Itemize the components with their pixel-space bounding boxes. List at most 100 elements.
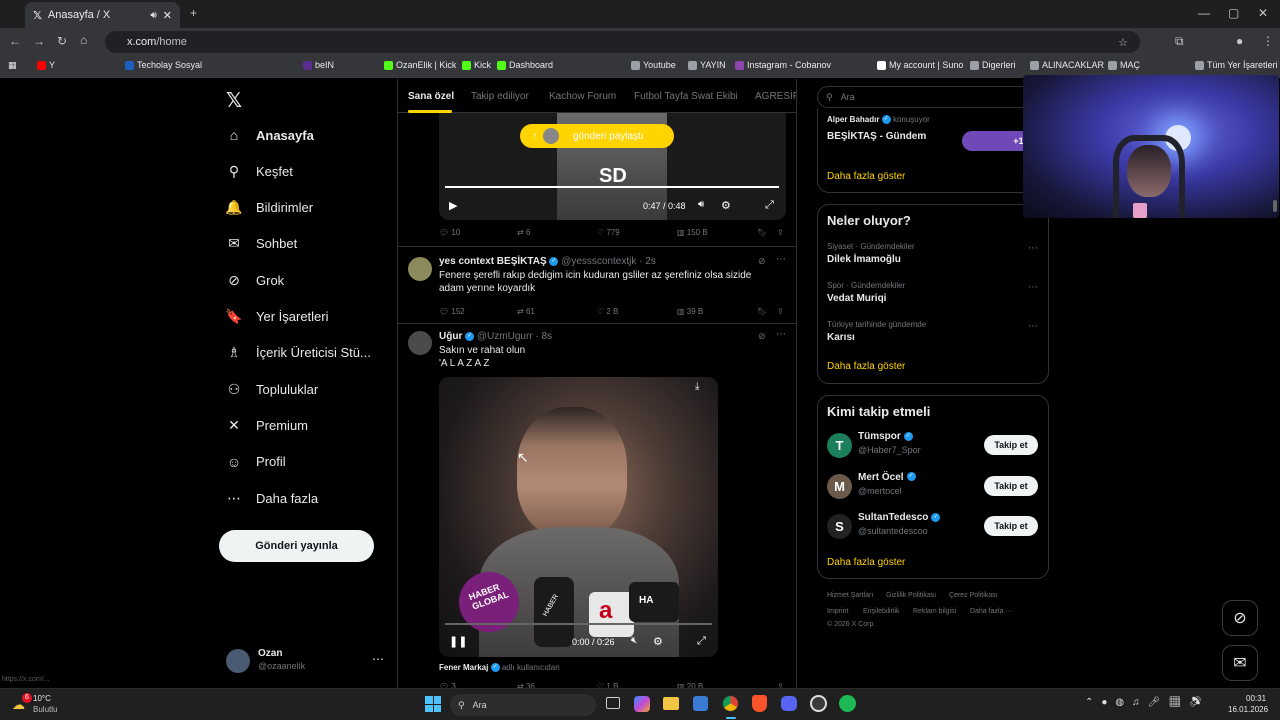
nav-item[interactable]: 🔔 Bildirimler bbox=[225, 199, 313, 216]
speaker-icon[interactable]: 🔊︎ bbox=[150, 10, 156, 21]
more-icon[interactable]: ⋯ bbox=[1028, 282, 1038, 293]
video-progress[interactable] bbox=[445, 623, 712, 625]
browser-tab[interactable]: 𝕏 Anasayfa / X 🔊︎ ✕ bbox=[25, 2, 180, 28]
video-player[interactable]: HABER GLOBAL HABER a HA ⤓ ❚❚ 0:00 / 0:26… bbox=[439, 377, 718, 657]
bookmark-item[interactable]: Digerleri bbox=[970, 60, 1016, 70]
star-icon[interactable]: ☆ bbox=[1118, 36, 1128, 49]
bookmark-item[interactable]: MAÇ bbox=[1108, 60, 1140, 70]
more-icon[interactable]: ⋯ bbox=[1028, 243, 1038, 254]
share-pill[interactable]: ↑ gönderi paylaştı bbox=[520, 124, 674, 148]
fullscreen-icon[interactable]: ⤢ bbox=[697, 635, 706, 648]
bookmark-icon[interactable]: 🔖︎ bbox=[757, 307, 767, 316]
nav-item[interactable]: ⚇ Topluluklar bbox=[226, 381, 318, 397]
footer-link[interactable]: Imprint bbox=[827, 608, 848, 615]
space-title[interactable]: BEŞİKTAŞ - Gündem bbox=[827, 131, 926, 142]
follow-button[interactable]: Takip et bbox=[984, 475, 1038, 496]
reload-icon[interactable]: ↻ bbox=[57, 34, 67, 48]
like-button[interactable]: ♡ 2 B bbox=[597, 307, 618, 316]
account-switcher[interactable]: Ozan @ozaanelik ⋯ bbox=[226, 647, 386, 677]
file-explorer-icon[interactable] bbox=[663, 697, 679, 710]
nav-item[interactable]: ⚲ Keşfet bbox=[226, 163, 293, 179]
tab-futbol-tayfa[interactable]: Futbol Tayfa Swat Ekibi bbox=[634, 91, 738, 102]
suggested-account-name[interactable]: SultanTedesco ✓ bbox=[858, 512, 941, 523]
retweet-button[interactable]: ⇄ 61 bbox=[517, 307, 535, 316]
bookmark-item[interactable]: Y bbox=[37, 60, 55, 70]
play-icon[interactable]: ▶ bbox=[449, 199, 457, 212]
grok-floating-button[interactable]: ⊘ bbox=[1222, 600, 1258, 636]
grok-icon[interactable]: ⊘ bbox=[758, 256, 766, 267]
nav-item[interactable]: ☺ Profil bbox=[226, 454, 286, 470]
nav-item[interactable]: ✕ Premium bbox=[226, 417, 308, 433]
follow-button[interactable]: Takip et bbox=[984, 435, 1038, 455]
forward-icon[interactable]: → bbox=[33, 34, 45, 48]
tab-for-you[interactable]: Sana özel bbox=[408, 91, 454, 102]
show-more-link[interactable]: Daha fazla göster bbox=[827, 171, 905, 182]
bookmark-item[interactable]: OzanElik | Kick bbox=[384, 60, 456, 70]
x-logo-icon[interactable]: 𝕏 bbox=[226, 88, 242, 113]
bookmark-item[interactable]: My account | Suno bbox=[877, 60, 963, 70]
suggested-account-name[interactable]: Tümspor ✓ bbox=[858, 431, 913, 442]
nav-item[interactable]: ♗ İçerik Üreticisi Stü... bbox=[226, 344, 371, 361]
bookmark-item[interactable]: Techolay Sosyal bbox=[125, 60, 202, 70]
like-button[interactable]: ♡ 779 bbox=[597, 228, 620, 237]
tab-agresif[interactable]: AGRESİFL bbox=[755, 91, 796, 102]
bookmark-item[interactable]: beIN bbox=[303, 60, 334, 70]
bookmark-icon[interactable]: 🔖︎ bbox=[757, 228, 767, 237]
volume-icon[interactable]: 🔊︎ bbox=[698, 199, 704, 210]
more-icon[interactable]: ⋯ bbox=[1028, 321, 1038, 332]
all-bookmarks[interactable]: Tüm Yer İşaretleri bbox=[1195, 60, 1278, 70]
profile-avatar-icon[interactable]: ● bbox=[1236, 34, 1243, 48]
trend-name[interactable]: Dilek İmamoğlu bbox=[827, 254, 901, 265]
nav-item[interactable]: ⌂ Anasayfa bbox=[226, 127, 314, 143]
avatar[interactable]: M bbox=[827, 473, 852, 499]
home-button-icon[interactable]: ⌂ bbox=[80, 33, 87, 47]
tab-close-icon[interactable]: ✕ bbox=[163, 9, 172, 22]
start-button-icon[interactable] bbox=[425, 696, 441, 712]
retweet-button[interactable]: ⇄ 6 bbox=[517, 228, 530, 237]
more-icon[interactable]: ⋯ bbox=[776, 254, 786, 265]
extensions-icon[interactable]: ⧉ bbox=[1175, 34, 1184, 49]
store-icon[interactable] bbox=[693, 696, 708, 711]
taskbar-search[interactable]: ⚲ Ara bbox=[450, 694, 596, 716]
post-button[interactable]: Gönderi yayınla bbox=[219, 530, 374, 562]
footer-link[interactable]: Gizlilik Politikası bbox=[886, 592, 936, 599]
footer-link[interactable]: Reklam bilgisi bbox=[913, 608, 956, 615]
obs-icon[interactable] bbox=[810, 695, 827, 712]
show-more-link[interactable]: Daha fazla göster bbox=[827, 557, 905, 568]
footer-link[interactable]: Daha fazla ··· bbox=[970, 608, 1012, 615]
footer-link[interactable]: Erişilebilirlik bbox=[863, 608, 900, 615]
pause-icon[interactable]: ❚❚ bbox=[449, 635, 467, 648]
credit-name[interactable]: Fener Markaj bbox=[439, 663, 488, 672]
minimize-icon[interactable]: — bbox=[1198, 6, 1210, 20]
bookmark-item[interactable]: ALINACAKLAR bbox=[1030, 60, 1104, 70]
more-icon[interactable]: ⋯ bbox=[776, 329, 786, 340]
footer-link[interactable]: Çerez Politikası bbox=[949, 592, 998, 599]
footer-link[interactable]: Hizmet Şartları bbox=[827, 592, 873, 599]
download-icon[interactable]: ⤓ bbox=[695, 381, 709, 395]
follow-button[interactable]: Takip et bbox=[984, 516, 1038, 536]
share-icon[interactable]: ⇪ bbox=[777, 307, 784, 316]
settings-icon[interactable]: ⚙ bbox=[653, 635, 663, 648]
more-icon[interactable]: ⋯ bbox=[372, 652, 384, 666]
scrollbar[interactable] bbox=[1273, 200, 1277, 212]
discord-icon[interactable] bbox=[781, 696, 797, 711]
maximize-icon[interactable]: ▢ bbox=[1228, 6, 1239, 20]
search-input[interactable]: ⚲ Ara bbox=[817, 86, 1037, 108]
bookmark-item[interactable]: Instagram - Cobanov bbox=[735, 60, 831, 70]
task-view-icon[interactable] bbox=[606, 697, 620, 709]
apps-grid-icon[interactable]: ▦ bbox=[8, 60, 17, 71]
chrome-icon[interactable] bbox=[722, 695, 739, 712]
grok-icon[interactable]: ⊘ bbox=[758, 331, 766, 342]
bookmark-item[interactable]: Kick bbox=[462, 60, 491, 70]
listener-avatars[interactable]: +1, bbox=[962, 131, 1032, 151]
tweet[interactable]: Uğur ✓ @UzmUgurr · 8s ⊘ ⋯ Sakın ve rahat… bbox=[398, 324, 796, 690]
avatar[interactable]: S bbox=[827, 514, 852, 539]
trend-name[interactable]: Karısı bbox=[827, 332, 855, 343]
avatar[interactable]: T bbox=[827, 433, 852, 458]
spotify-icon[interactable] bbox=[839, 695, 856, 712]
tweet[interactable]: yes context BEŞİKTAŞ ✓ @yessscontextjk ·… bbox=[398, 247, 796, 323]
bookmark-item[interactable]: Dashboard bbox=[497, 60, 553, 70]
share-icon[interactable]: ⇪ bbox=[777, 228, 784, 237]
tab-kachow-forum[interactable]: Kachow Forum bbox=[549, 91, 616, 102]
trend-name[interactable]: Vedat Muriqi bbox=[827, 293, 886, 304]
